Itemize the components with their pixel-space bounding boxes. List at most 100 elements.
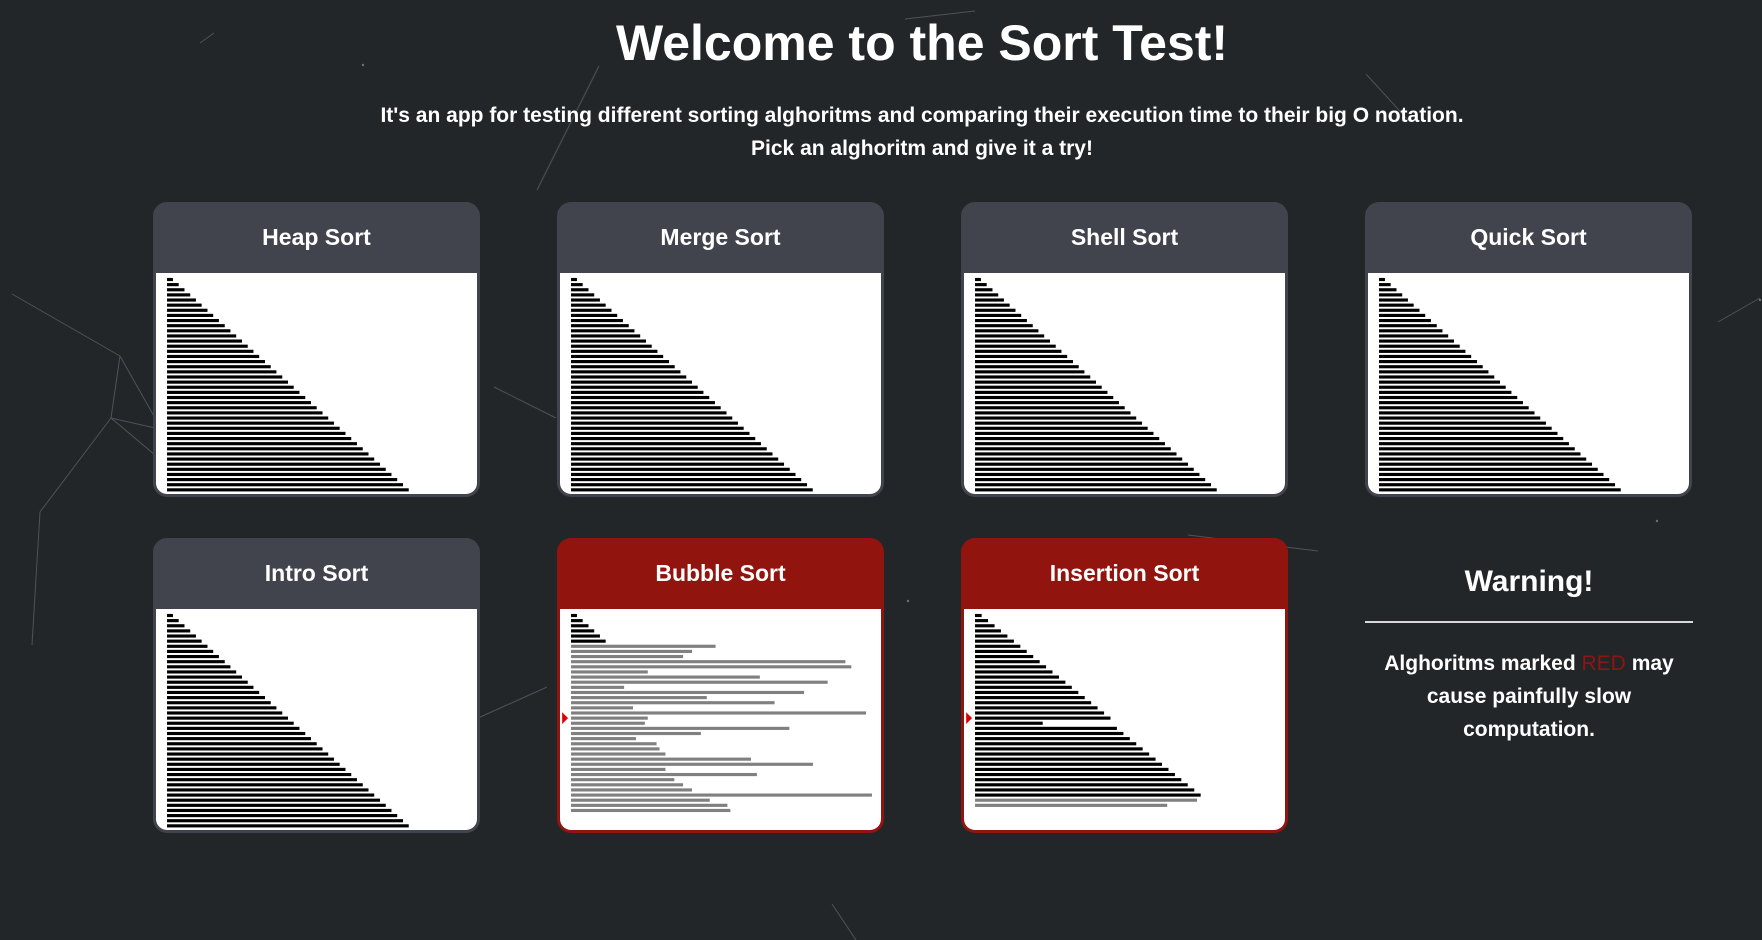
sort-bar — [167, 462, 381, 466]
algorithm-card-quick-sort[interactable]: Quick Sort — [1365, 202, 1692, 497]
sort-bar — [975, 334, 1045, 338]
sort-bar — [167, 767, 346, 772]
sort-bar — [975, 696, 1085, 700]
card-title: Insertion Sort — [1049, 560, 1200, 586]
sort-bar — [167, 380, 288, 384]
sort-bar — [975, 344, 1056, 348]
sort-bar — [1379, 303, 1414, 307]
sort-bar — [975, 803, 1168, 807]
algorithm-card-merge-sort[interactable]: Merge Sort — [557, 202, 884, 497]
sort-bar — [167, 329, 231, 333]
sort-bar — [167, 701, 271, 705]
sort-bar — [167, 644, 208, 648]
sort-bar — [1379, 375, 1495, 379]
sort-bar — [975, 665, 1047, 669]
sort-bar — [571, 457, 779, 461]
sort-bar — [571, 354, 664, 359]
algorithm-card-shell-sort[interactable]: Shell Sort — [961, 202, 1288, 497]
sort-bar — [1379, 447, 1575, 451]
sort-bar — [571, 742, 657, 746]
sort-bar — [571, 293, 595, 297]
warning-title: Warning! — [1464, 565, 1594, 598]
sort-bar — [167, 467, 386, 471]
sort-bar — [167, 298, 196, 302]
sort-bar — [571, 395, 710, 400]
sort-bar — [571, 634, 600, 638]
sort-bar — [975, 375, 1091, 379]
sort-bar — [167, 324, 225, 328]
sort-bar — [975, 613, 982, 618]
sort-bar — [167, 772, 352, 777]
subtitle-line-2: Pick an alghoritm and give it a try! — [751, 137, 1093, 160]
sort-bar — [975, 293, 999, 297]
sort-bar — [571, 675, 760, 679]
sort-bar — [571, 629, 595, 633]
sort-bar — [167, 421, 334, 425]
sort-bar — [1379, 339, 1455, 343]
bars-svg — [167, 277, 409, 492]
sort-bar — [571, 788, 692, 792]
sort-bar — [975, 706, 1098, 710]
sort-bar — [571, 696, 707, 700]
sort-bar — [975, 690, 1079, 695]
sort-bar — [571, 793, 872, 797]
sort-bar — [167, 406, 317, 410]
sort-bar — [571, 721, 645, 725]
sort-bar — [975, 742, 1137, 746]
sort-bar — [975, 390, 1108, 394]
sort-bar — [167, 360, 265, 364]
sort-bar — [975, 472, 1200, 477]
sort-bar — [167, 731, 306, 736]
sort-bar — [975, 757, 1156, 761]
sort-bar — [167, 613, 173, 618]
sort-bar — [975, 303, 1010, 307]
sort-bar — [167, 793, 375, 797]
sort-bar — [975, 318, 1027, 323]
sort-bar — [1379, 457, 1587, 461]
sort-bar — [167, 283, 179, 287]
sort-bar — [167, 665, 231, 669]
sort-bar — [167, 375, 283, 379]
warning-red-word: RED — [1581, 652, 1626, 675]
sort-bar — [571, 716, 648, 720]
sort-bar — [571, 649, 692, 654]
sort-bar — [571, 762, 813, 766]
sort-bar — [975, 675, 1059, 679]
sort-bar — [975, 639, 1014, 643]
sort-bar — [571, 462, 785, 466]
sort-bar — [975, 401, 1119, 405]
sort-bar — [167, 395, 306, 400]
sort-bar — [1379, 298, 1408, 302]
sort-bar — [167, 277, 173, 282]
sort-bar — [167, 334, 237, 338]
sort-bar — [571, 624, 589, 628]
sort-bar — [1379, 452, 1581, 456]
sort-bar — [571, 783, 684, 787]
sort-bar — [975, 380, 1096, 384]
sort-bar — [167, 675, 243, 679]
algorithm-card-bubble-sort[interactable]: Bubble Sort — [557, 538, 884, 833]
sort-bar — [571, 318, 623, 323]
sort-bar — [167, 436, 352, 441]
sort-bar — [975, 649, 1027, 654]
sort-bar — [975, 762, 1162, 766]
sort-bar — [571, 370, 681, 374]
sort-bar — [1379, 421, 1546, 425]
sort-bar — [571, 344, 652, 348]
sort-bar — [975, 324, 1033, 328]
algorithm-card-intro-sort[interactable]: Intro Sort — [153, 538, 480, 833]
sort-bar — [975, 406, 1125, 410]
sort-bar — [167, 814, 398, 818]
bars-svg — [571, 277, 813, 492]
algorithm-card-heap-sort[interactable]: Heap Sort — [153, 202, 480, 497]
sort-bar — [1379, 436, 1564, 441]
sort-bar — [167, 452, 369, 456]
sort-bar — [167, 457, 375, 461]
sort-bar — [571, 288, 589, 292]
sort-bar — [571, 778, 675, 782]
sort-bar — [571, 726, 790, 730]
sort-bar — [975, 644, 1021, 648]
algorithm-card-insertion-sort[interactable]: Insertion Sort — [961, 538, 1288, 833]
sort-bar — [571, 447, 767, 451]
sort-bar — [975, 624, 995, 628]
